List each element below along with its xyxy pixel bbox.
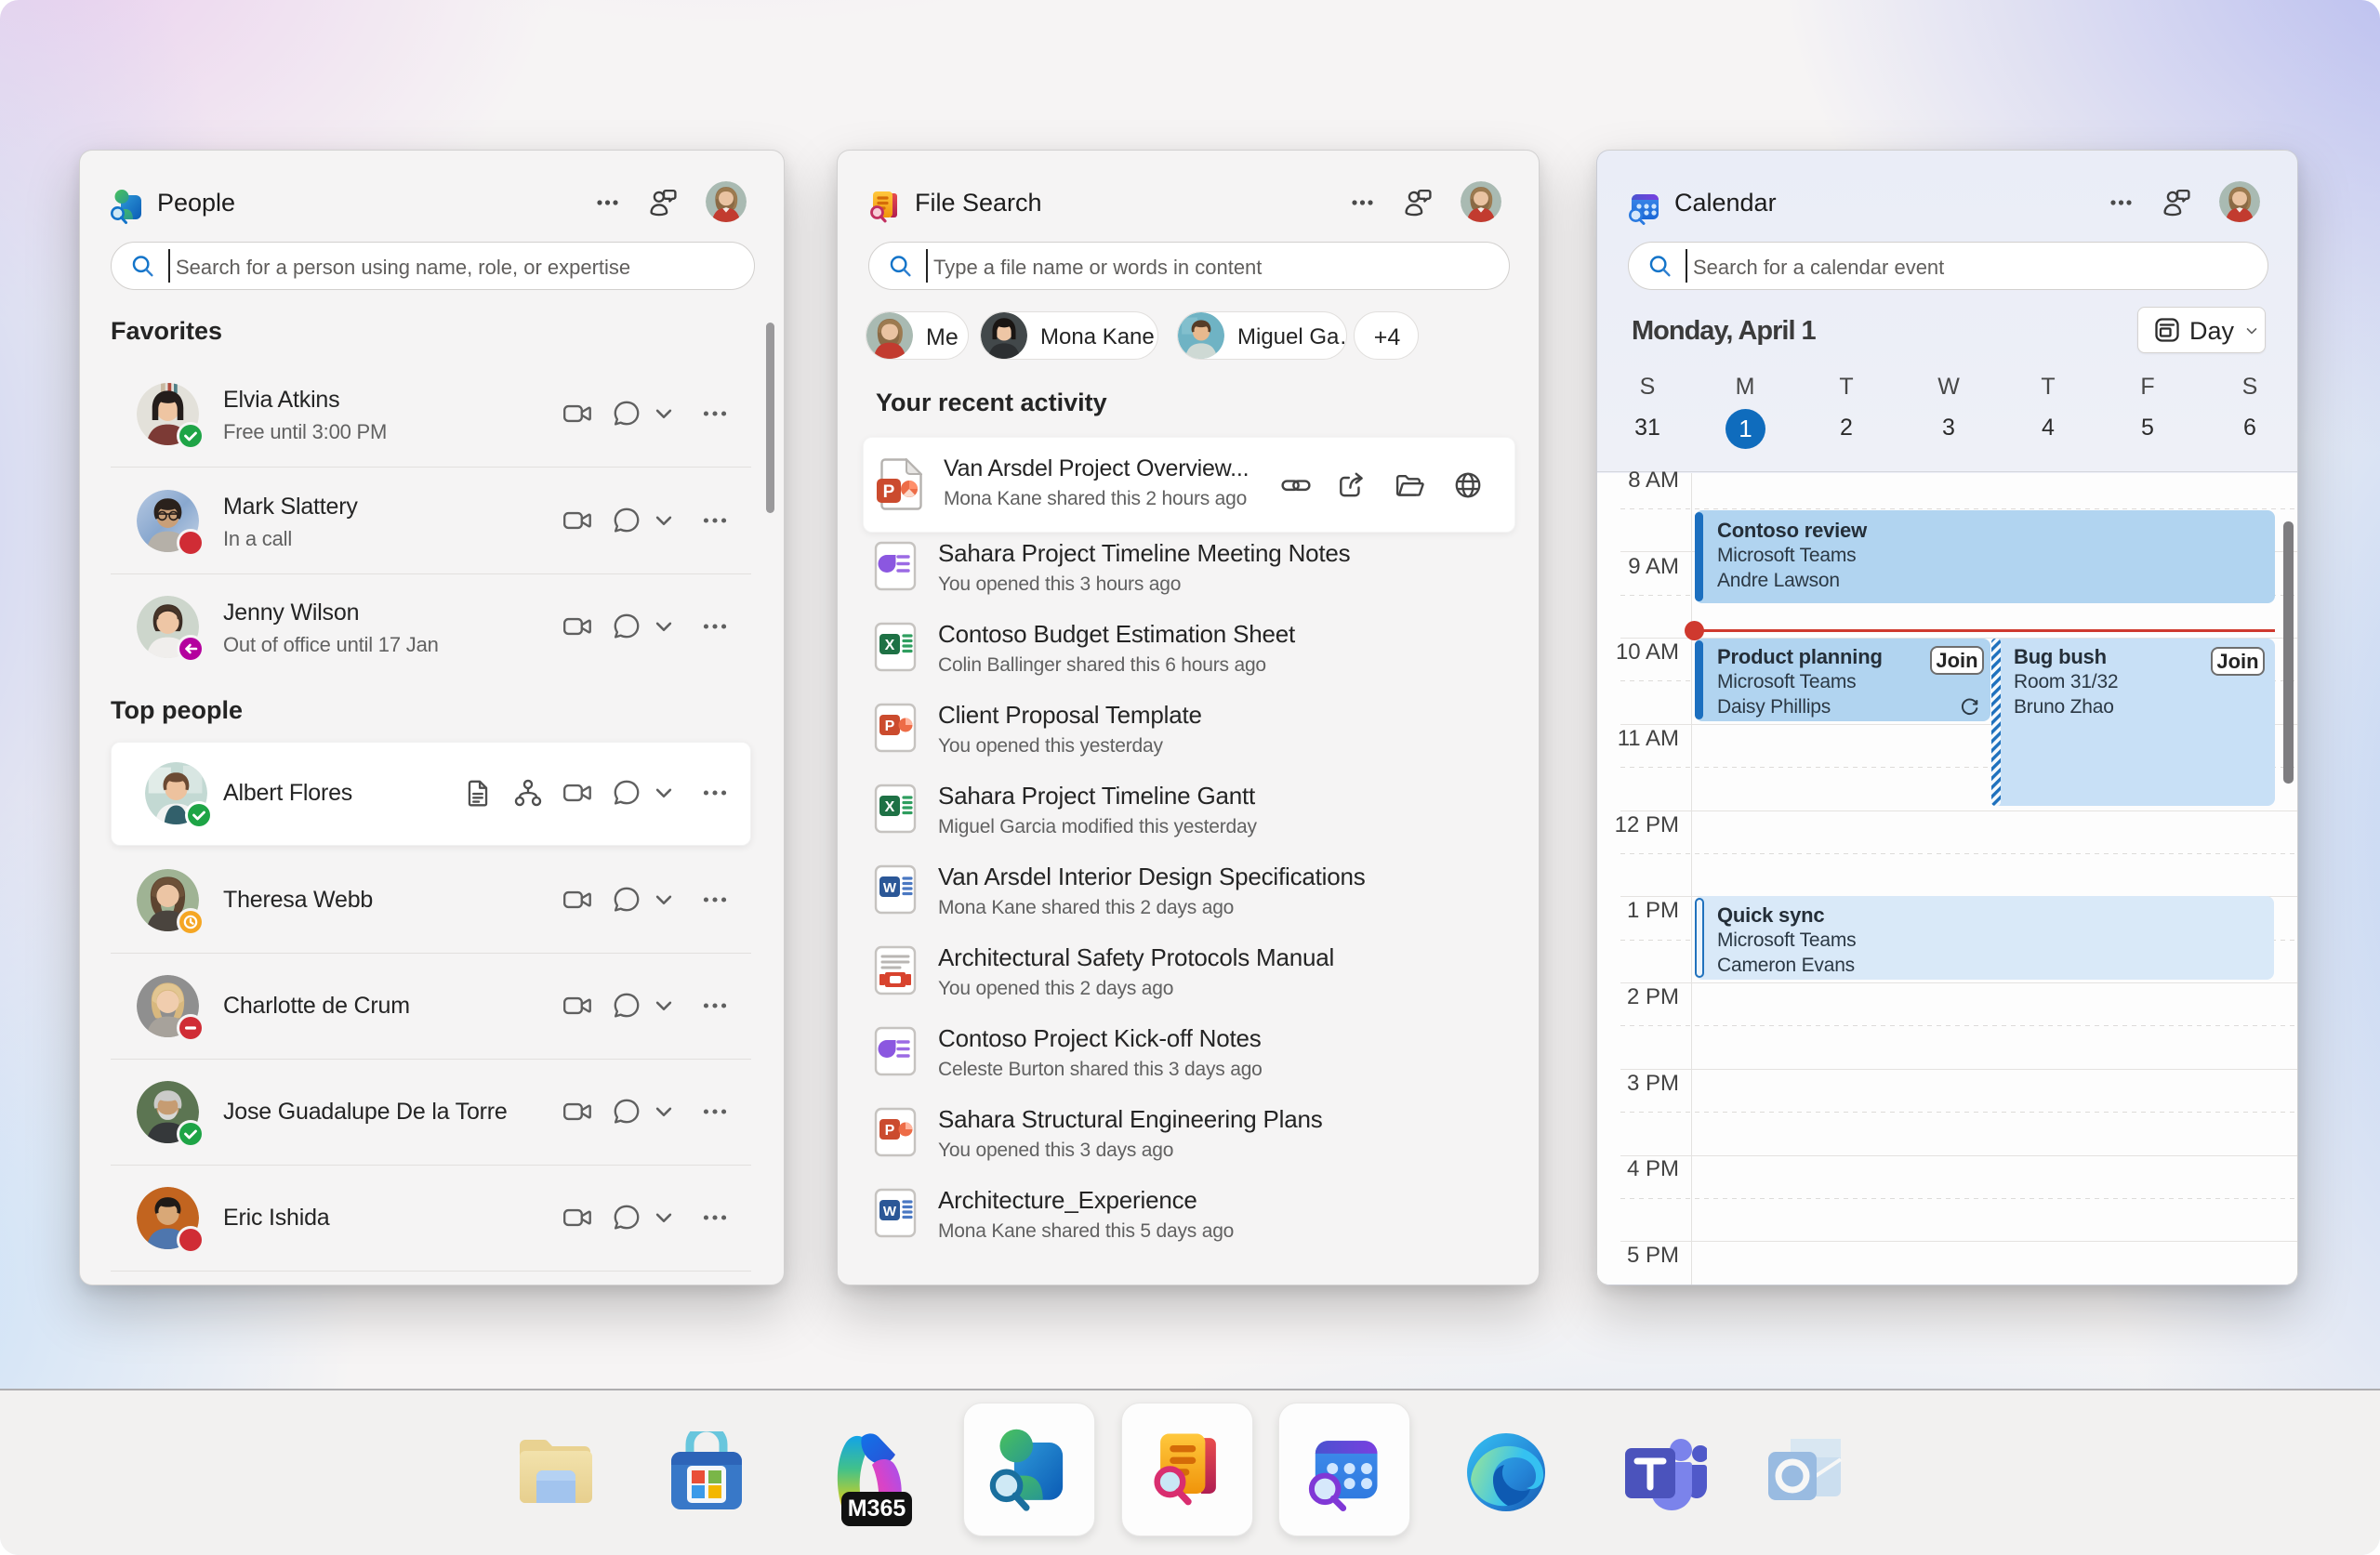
svg-text:W: W: [883, 1204, 897, 1219]
svg-text:P: P: [883, 482, 895, 502]
svg-text:X: X: [885, 638, 895, 653]
svg-text:W: W: [883, 880, 897, 896]
svg-text:P: P: [885, 718, 895, 734]
svg-text:X: X: [885, 799, 895, 815]
svg-text:P: P: [885, 1123, 895, 1139]
